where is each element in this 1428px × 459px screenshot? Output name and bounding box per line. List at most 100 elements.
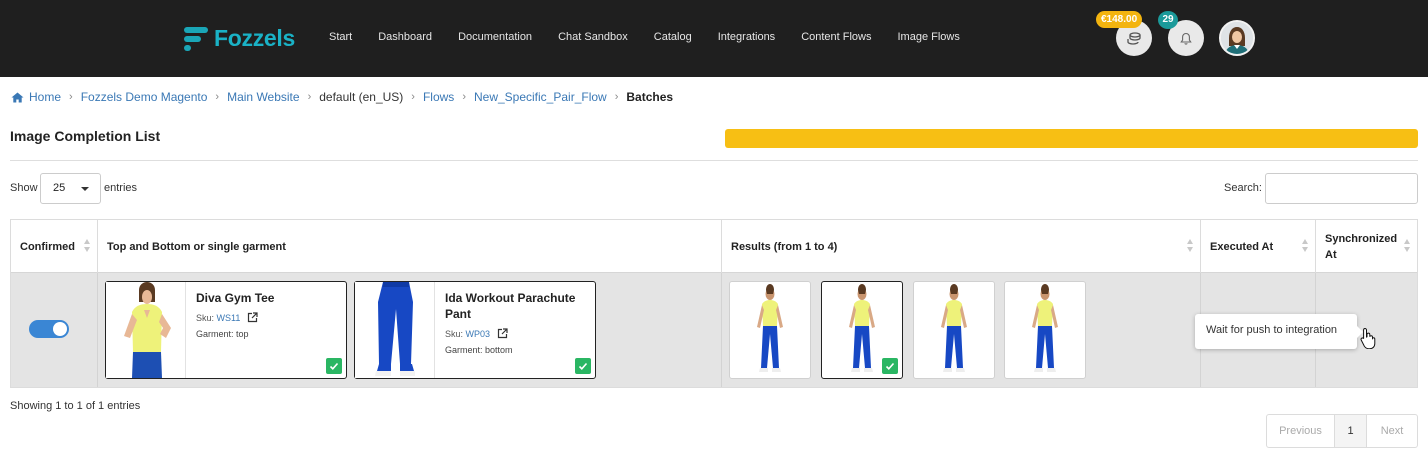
chevron-right-icon: › (462, 91, 466, 103)
header-confirmed[interactable]: Confirmed (11, 220, 98, 273)
header-synchronized-at[interactable]: Synchronized At (1316, 220, 1417, 273)
nav-catalog[interactable]: Catalog (654, 31, 692, 43)
progress-fill (725, 129, 1418, 148)
breadcrumb-website[interactable]: Main Website (227, 90, 299, 104)
breadcrumb-home[interactable]: Home (29, 90, 61, 104)
caret-down-icon (81, 187, 89, 191)
chevron-right-icon: › (307, 91, 312, 103)
breadcrumb-store-view: default (en_US) (319, 90, 404, 104)
chevron-right-icon: › (614, 91, 619, 103)
result-photo (1018, 282, 1072, 378)
show-label: Show (10, 182, 38, 194)
main-nav: Start Dashboard Documentation Chat Sandb… (329, 31, 986, 43)
result-image-4[interactable] (1004, 281, 1086, 379)
sku-link[interactable]: WP03 (466, 329, 491, 339)
fozzels-logo[interactable]: Fozzels (184, 24, 295, 52)
entries-label: entries (104, 182, 138, 194)
sort-icon (1302, 239, 1309, 253)
result-image-1[interactable] (729, 281, 811, 379)
breadcrumb-flows[interactable]: Flows (423, 90, 454, 104)
sort-icon (1404, 239, 1411, 253)
breadcrumb: Home › Fozzels Demo Magento › Main Websi… (11, 90, 673, 104)
breadcrumb-current: Batches (626, 90, 674, 104)
search-input[interactable] (1265, 173, 1418, 204)
top-navbar: Fozzels Start Dashboard Documentation Ch… (0, 0, 1428, 77)
balance-badge: €148.00 (1096, 11, 1143, 28)
garment-card-top[interactable]: Diva Gym Tee Sku: WS11 Garment: top (105, 281, 347, 379)
sku-link[interactable]: WS11 (217, 313, 241, 323)
garment-card-bottom[interactable]: Ida Workout Parachute Pant Sku: WP03 Gar… (354, 281, 596, 379)
pagination-next[interactable]: Next (1367, 415, 1417, 447)
pagination: Previous 1 Next (1266, 414, 1418, 448)
chevron-right-icon: › (69, 91, 73, 103)
tooltip-text: Wait for push to integration (1206, 324, 1338, 336)
header-results[interactable]: Results (from 1 to 4) (722, 220, 1201, 273)
header-synchronized-at-label: Synchronized At (1325, 232, 1398, 261)
table-row: Diva Gym Tee Sku: WS11 Garment: top Ida … (11, 273, 1417, 387)
garment-type-value: bottom (485, 345, 513, 355)
garment-type: Garment: bottom (445, 345, 513, 355)
pagination-previous[interactable]: Previous (1267, 415, 1335, 447)
garment-image-top (106, 282, 186, 378)
garment-type: Garment: top (196, 329, 249, 339)
header-executed-at[interactable]: Executed At (1201, 220, 1316, 273)
column-divider (721, 273, 722, 387)
chevron-right-icon: › (215, 91, 220, 103)
garment-image-bottom (355, 282, 435, 378)
divider (10, 160, 1418, 161)
logo-mark-icon (184, 25, 208, 51)
result-photo (927, 282, 981, 378)
nav-image-flows[interactable]: Image Flows (898, 31, 960, 43)
nav-integrations[interactable]: Integrations (718, 31, 775, 43)
notifications-count-badge: 29 (1158, 11, 1178, 29)
user-avatar[interactable] (1219, 20, 1255, 56)
garment-sku: Sku: WS11 (196, 312, 258, 323)
check-icon (326, 358, 342, 374)
header-garment-label: Top and Bottom or single garment (107, 240, 286, 253)
header-results-label: Results (from 1 to 4) (731, 240, 838, 253)
entries-per-page-select[interactable]: 25 (40, 173, 101, 204)
home-icon[interactable] (11, 92, 24, 103)
garment-name: Diva Gym Tee (196, 291, 275, 305)
progress-bar (725, 129, 1418, 148)
result-image-3[interactable] (913, 281, 995, 379)
external-link-icon[interactable] (497, 328, 508, 339)
breadcrumb-store[interactable]: Fozzels Demo Magento (81, 90, 208, 104)
garment-name: Ida Workout Parachute Pant (445, 291, 576, 321)
check-icon (882, 358, 898, 374)
header-confirmed-label: Confirmed (20, 240, 75, 253)
garment-type-value: top (236, 329, 249, 339)
external-link-icon[interactable] (247, 312, 258, 323)
image-completion-table: Confirmed Top and Bottom or single garme… (10, 219, 1418, 388)
sort-icon (1187, 239, 1194, 253)
nav-chat-sandbox[interactable]: Chat Sandbox (558, 31, 628, 43)
table-info: Showing 1 to 1 of 1 entries (10, 400, 141, 412)
sync-status-tooltip: Wait for push to integration (1195, 314, 1363, 349)
nav-documentation[interactable]: Documentation (458, 31, 532, 43)
pagination-page-1[interactable]: 1 (1335, 415, 1367, 447)
avatar-image (1221, 22, 1253, 54)
result-photo (835, 282, 889, 378)
breadcrumb-flow[interactable]: New_Specific_Pair_Flow (474, 90, 607, 104)
coins-icon (1127, 32, 1141, 45)
brand-name: Fozzels (214, 24, 295, 51)
result-photo (743, 282, 797, 378)
search-label: Search: (1224, 182, 1262, 194)
garment-type-label: Garment: (196, 329, 234, 339)
column-divider (97, 273, 98, 387)
garment-sku: Sku: WP03 (445, 328, 508, 339)
garment-type-label: Garment: (445, 345, 483, 355)
toggle-knob (53, 322, 67, 336)
nav-dashboard[interactable]: Dashboard (378, 31, 432, 43)
table-header: Confirmed Top and Bottom or single garme… (11, 220, 1417, 273)
page-title: Image Completion List (10, 128, 161, 144)
nav-start[interactable]: Start (329, 31, 352, 43)
bell-icon (1180, 32, 1192, 45)
sku-label: Sku: (445, 329, 464, 339)
sku-label: Sku: (196, 313, 215, 323)
result-image-2[interactable] (821, 281, 903, 379)
check-icon (575, 358, 591, 374)
chevron-right-icon: › (411, 91, 415, 103)
nav-content-flows[interactable]: Content Flows (801, 31, 871, 43)
confirmed-toggle[interactable] (29, 320, 69, 338)
